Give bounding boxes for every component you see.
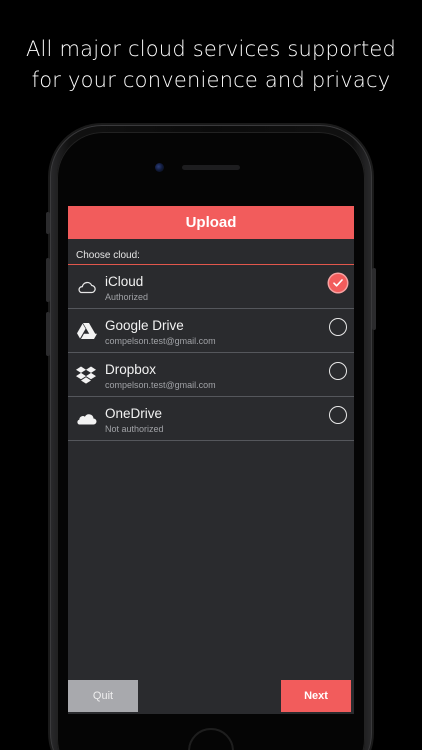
phone-volume-down xyxy=(46,312,50,356)
cloud-icon xyxy=(78,281,96,294)
radio-checked-icon[interactable] xyxy=(329,274,347,292)
radio-unchecked-icon[interactable] xyxy=(329,406,347,424)
radio-unchecked-icon[interactable] xyxy=(329,362,347,380)
app-screen: Upload Choose cloud: iCloud Authorized G… xyxy=(68,206,354,714)
phone-volume-up xyxy=(46,258,50,302)
upload-title-bar: Upload xyxy=(68,206,354,239)
promo-headline-line-1: All major cloud services supported xyxy=(25,37,397,61)
bottom-bar: Quit Next xyxy=(68,680,354,714)
onedrive-icon xyxy=(77,414,97,425)
cloud-list: iCloud Authorized Google Drive compelson… xyxy=(68,265,354,441)
promo-headline-line-2: for your convenience and privacy xyxy=(31,68,391,92)
app-store-screenshot: All major cloud services supported for y… xyxy=(0,0,422,750)
front-camera-icon xyxy=(155,163,164,172)
next-button[interactable]: Next xyxy=(281,680,351,712)
cloud-name: Dropbox xyxy=(105,362,157,377)
cloud-option-onedrive[interactable]: OneDrive Not authorized xyxy=(68,397,354,441)
cloud-status: compelson.test@gmail.com xyxy=(105,336,216,346)
cloud-status: Authorized xyxy=(105,292,149,302)
checkmark-icon xyxy=(333,279,343,287)
cloud-name: iCloud xyxy=(105,274,144,289)
quit-button[interactable]: Quit xyxy=(68,680,138,712)
phone-mute-switch xyxy=(46,212,50,234)
earpiece-speaker xyxy=(182,165,240,170)
cloud-name: Google Drive xyxy=(105,318,184,333)
phone-power-button xyxy=(372,268,376,330)
cloud-option-google-drive[interactable]: Google Drive compelson.test@gmail.com xyxy=(68,309,354,353)
cloud-status: compelson.test@gmail.com xyxy=(105,380,216,390)
choose-cloud-label: Choose cloud: xyxy=(76,250,140,261)
radio-unchecked-icon[interactable] xyxy=(329,318,347,336)
cloud-status: Not authorized xyxy=(105,424,164,434)
dropbox-icon xyxy=(76,366,96,384)
cloud-option-dropbox[interactable]: Dropbox compelson.test@gmail.com xyxy=(68,353,354,397)
google-drive-icon xyxy=(77,323,97,339)
promo-headline: All major cloud services supported for y… xyxy=(0,34,422,96)
cloud-option-icloud[interactable]: iCloud Authorized xyxy=(68,265,354,309)
cloud-name: OneDrive xyxy=(105,406,163,421)
page-title: Upload xyxy=(185,214,237,231)
